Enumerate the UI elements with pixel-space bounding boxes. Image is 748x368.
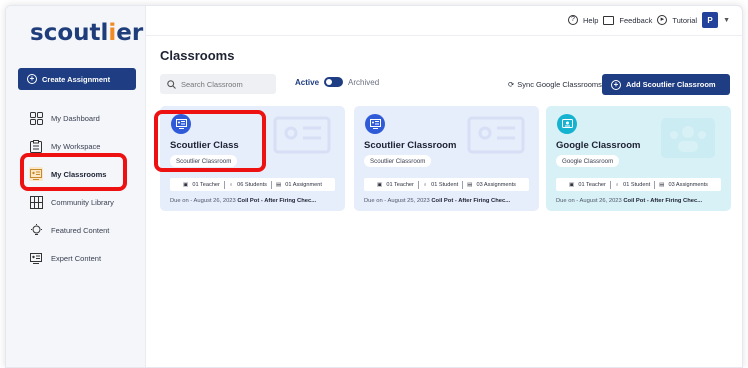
teacher-icon: ▣ <box>183 181 189 188</box>
top-actions: ? Help Feedback ▸ Tutorial P ▼ <box>567 12 730 28</box>
teacher-count: 01 Teacher <box>578 181 606 188</box>
due-task: Coil Pot - After Firing Chec... <box>623 198 703 204</box>
sidebar-item-label: Featured Content <box>51 225 110 235</box>
sidebar-item-community-library[interactable]: Community Library <box>6 188 146 216</box>
sidebar-item-label: Community Library <box>51 197 114 207</box>
add-classroom-label: Add Scoutlier Classroom <box>626 80 716 89</box>
card-stats: ▣ 01 Teacher ♁ 01 Student ▤ 03 Assignments <box>364 178 529 191</box>
highlight-box-card <box>154 110 266 172</box>
assignment-icon: ▤ <box>467 181 473 188</box>
create-assignment-label: Create Assignment <box>42 74 111 84</box>
feedback-icon[interactable] <box>603 15 615 25</box>
due-task: Coil Pot - After Firing Chec... <box>431 198 511 204</box>
featured-bulb-icon <box>29 223 43 237</box>
classroom-board-icon <box>365 114 385 134</box>
chevron-down-icon[interactable]: ▼ <box>723 17 730 24</box>
main-content: Classrooms Active Archived ⟳ Sync Google… <box>146 36 742 367</box>
top-bar: ? Help Feedback ▸ Tutorial P ▼ <box>146 6 742 36</box>
active-toggle-switch[interactable] <box>324 77 344 87</box>
divider <box>417 180 419 189</box>
teacher-icon: ▣ <box>377 181 383 188</box>
library-icon <box>29 195 43 209</box>
divider <box>462 180 464 189</box>
highlight-box-sidebar <box>20 153 127 191</box>
card-stats: ▣ 01 Teacher ♁ 06 Students ▤ 01 Assignment <box>170 178 335 191</box>
student-count: 06 Students <box>237 181 267 188</box>
assignment-icon: ▤ <box>275 181 282 188</box>
feedback-link[interactable]: Feedback <box>619 16 652 25</box>
sidebar-item-expert-content[interactable]: Expert Content <box>6 244 146 272</box>
scoutlier-logo[interactable]: scoutlier <box>30 20 143 46</box>
classroom-card[interactable]: Google Classroom Google Classroom ▣ 01 Te… <box>546 106 731 211</box>
student-icon: ♁ <box>422 181 428 188</box>
search-icon <box>167 79 176 89</box>
toggle-archived-label[interactable]: Archived <box>348 78 379 87</box>
student-icon: ♁ <box>614 181 620 188</box>
student-icon: ♁ <box>228 181 234 188</box>
add-scoutlier-classroom-button[interactable]: + Add Scoutlier Classroom <box>602 74 730 95</box>
divider <box>223 180 225 189</box>
due-task: Coil Pot - After Firing Chec... <box>237 198 317 204</box>
teacher-count: 01 Teacher <box>192 181 220 188</box>
assignment-icon: ▤ <box>659 181 665 188</box>
card-due-info: Due on - August 26, 2023 Coil Pot - Afte… <box>556 198 703 204</box>
sidebar-item-featured-content[interactable]: Featured Content <box>6 216 146 244</box>
classroom-board-watermark-icon <box>273 116 331 154</box>
google-classroom-icon <box>557 114 577 134</box>
toggle-active-label[interactable]: Active <box>295 78 319 87</box>
expert-board-icon <box>29 251 43 265</box>
card-type-badge: Google Classroom <box>556 155 620 167</box>
tutorial-link[interactable]: Tutorial <box>672 16 697 25</box>
grid-icon <box>29 111 43 125</box>
card-type-badge: Scoutlier Classroom <box>364 155 432 167</box>
active-archived-toggle: Active Archived <box>295 77 379 87</box>
page-title: Classrooms <box>160 48 235 63</box>
avatar[interactable]: P <box>702 12 719 28</box>
sync-label: Sync Google Classrooms <box>517 80 602 89</box>
sidebar-item-label: Expert Content <box>51 253 102 263</box>
help-icon[interactable]: ? <box>567 15 578 25</box>
sidebar-item-label: My Dashboard <box>51 113 100 123</box>
assignment-count: 03 Assignments <box>668 181 708 188</box>
student-count: 01 Student <box>431 181 459 188</box>
help-link[interactable]: Help <box>583 16 598 25</box>
classroom-card[interactable]: Scoutlier Classroom Scoutlier Classroom … <box>354 106 539 211</box>
search-box[interactable] <box>160 74 276 94</box>
classroom-board-watermark-icon <box>467 116 525 154</box>
assignment-count: 03 Assignments <box>476 181 516 188</box>
teacher-icon: ▣ <box>569 181 575 188</box>
card-title: Google Classroom <box>556 140 641 151</box>
assignment-count: 01 Assignment <box>285 181 322 188</box>
card-due-info: Due on - August 25, 2023 Coil Pot - Afte… <box>364 198 511 204</box>
divider <box>270 180 272 189</box>
app-window: scoutlier + Create Assignment My Dashboa… <box>5 5 743 368</box>
play-icon[interactable]: ▸ <box>657 15 668 25</box>
sidebar-item-dashboard[interactable]: My Dashboard <box>6 104 146 132</box>
sidebar-item-label: My Workspace <box>51 141 101 151</box>
card-due-info: Due on - August 26, 2023 Coil Pot - Afte… <box>170 198 317 204</box>
card-stats: ▣ 01 Teacher ♁ 01 Student ▤ 03 Assignments <box>556 178 721 191</box>
divider <box>609 180 611 189</box>
sync-icon: ⟳ <box>508 80 515 89</box>
search-input[interactable] <box>181 79 271 89</box>
clipboard-icon <box>29 139 43 153</box>
student-count: 01 Student <box>623 181 651 188</box>
plus-circle-icon: + <box>27 74 37 84</box>
sync-google-classrooms-link[interactable]: ⟳ Sync Google Classrooms <box>508 80 602 89</box>
create-assignment-button[interactable]: + Create Assignment <box>18 68 136 90</box>
teacher-count: 01 Teacher <box>386 181 414 188</box>
divider <box>654 180 656 189</box>
card-title: Scoutlier Classroom <box>364 140 457 151</box>
plus-circle-icon: + <box>611 79 621 90</box>
people-watermark-icon <box>661 118 715 158</box>
